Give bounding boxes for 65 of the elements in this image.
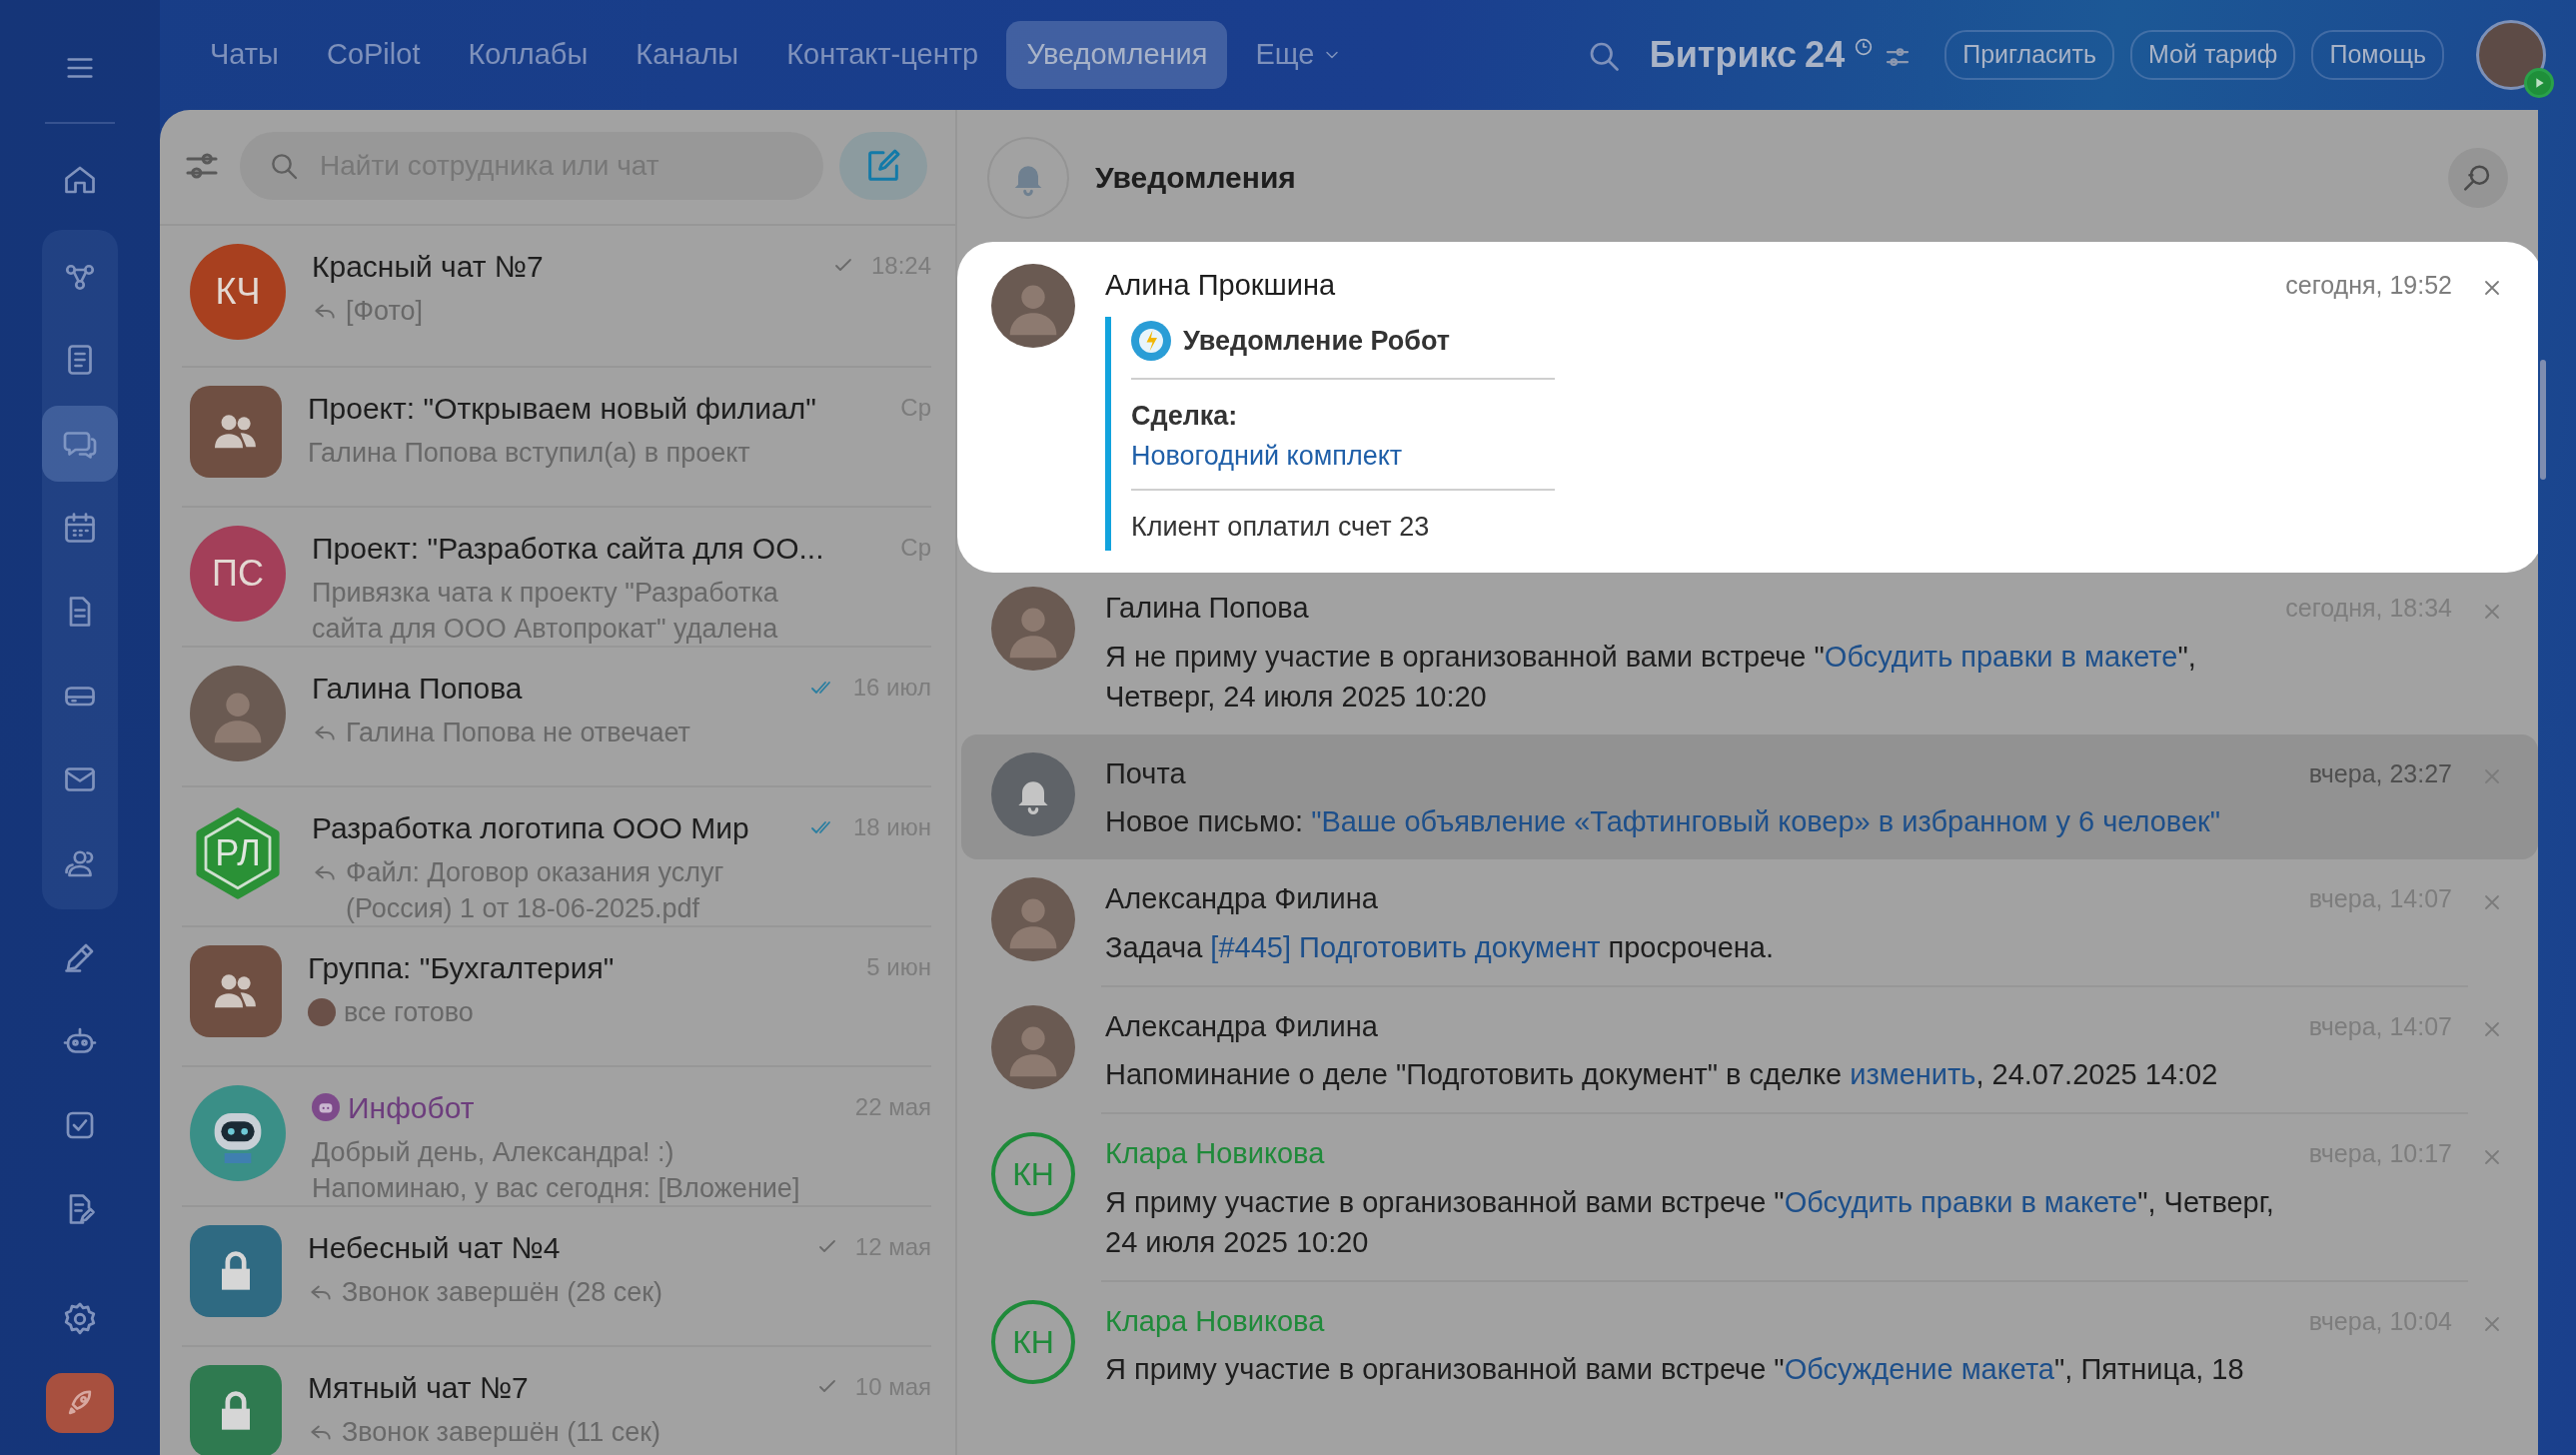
chat-title: Инфобот: [348, 1089, 475, 1126]
logo-text: Битрикс: [1649, 32, 1798, 77]
chat-preview: все готово: [344, 995, 474, 1029]
notification-text: Я приму участие в организованной вами встрече "Обсуждение макета", Пятница, 18: [1105, 1352, 2245, 1388]
link[interactable]: Обсуждение макета: [1784, 1353, 2054, 1386]
author-name: Почта: [1105, 755, 1186, 791]
author-name: Александра Филина: [1105, 1008, 1378, 1044]
nav-tab[interactable]: Контакт-центр: [766, 21, 999, 89]
rocket-button[interactable]: [46, 1373, 114, 1433]
link[interactable]: Обсудить правки в макете: [1824, 640, 2178, 673]
field-label: Сделка:: [1131, 399, 1239, 433]
chat-preview: Галина Попова не отвечает: [346, 716, 690, 749]
chat-preview: Галина Попова вступил(а) в проект: [308, 436, 750, 470]
author-name: Александра Филина: [1105, 881, 1378, 917]
author-name: Алина Прокшина: [1105, 267, 1336, 303]
notification-text: Задача [#445] Подготовить документ просрочена.: [1105, 929, 1776, 965]
chat-preview: [Фото]: [346, 294, 424, 328]
avatar: ПС: [190, 525, 286, 622]
header-button[interactable]: Помощь: [2311, 30, 2444, 80]
attachment-text: Клиент оплатил счет 23: [1131, 488, 1555, 548]
notification-time: сегодня, 19:52: [2285, 269, 2452, 301]
author-name: Клара Новикова: [1105, 1136, 1325, 1172]
chat-title: Галина Попова: [312, 670, 523, 707]
nav-tab[interactable]: Каналы: [616, 21, 759, 89]
notification-text: Я не приму участие в организованной вами встрече "Обсудить правки в макете", Четверг, 24 июля 2025 10:20: [1105, 639, 2197, 715]
calendar-icon: [62, 510, 98, 546]
link[interactable]: "Ваше объявление «Тафтинговый ковер» в избранном у 6 человек": [1311, 805, 2221, 838]
chat-preview: Файл: Договор оказания услуг (Россия) 1 от 18-06-2025.pdf: [346, 855, 724, 926]
chat-preview: Звонок завершён (11 сек): [342, 1415, 660, 1449]
author-name: Галина Попова: [1105, 591, 1309, 627]
link[interactable]: Обсудить правки в макете: [1784, 1185, 2138, 1218]
link[interactable]: [#445] Подготовить документ: [1210, 930, 1601, 963]
nav-tab[interactable]: CoPilot: [306, 21, 441, 89]
chat-title: Группа: "Бухгалтерия": [308, 949, 615, 986]
link[interactable]: изменить: [1850, 1058, 1976, 1091]
scrollbar[interactable]: [2540, 359, 2546, 480]
chat-preview: Привязка чата к проекту "Разработка сайта для ООО Автопрокат" удалена: [312, 576, 778, 647]
chat-preview: Добрый день, Александра! :) Напоминаю, у вас сегодня: [Вложение]: [312, 1135, 800, 1206]
logo-number: 24: [1805, 32, 1846, 77]
header-button[interactable]: Пригласить: [1944, 30, 2114, 80]
chat-title: Красный чат №7: [312, 248, 544, 285]
nav-tab[interactable]: Коллабы: [448, 21, 609, 89]
chat-title: Небесный чат №4: [308, 1229, 561, 1266]
notification-text: Я приму участие в организованной вами встрече "Обсудить правки в макете", Четверг, 24 июля 2025 10:20: [1105, 1184, 2275, 1260]
chat-preview: Звонок завершён (28 сек): [342, 1275, 662, 1309]
author-name: Клара Новикова: [1105, 1303, 1325, 1339]
header-button[interactable]: Мой тариф: [2130, 30, 2296, 80]
more-menu[interactable]: Еще: [1235, 21, 1363, 89]
avatar: КН: [991, 1299, 1075, 1384]
nav-tab[interactable]: Чаты: [190, 21, 299, 89]
notification-text: Новое письмо: "Ваше объявление «Тафтинговый ковер» в избранном у 6 человек": [1105, 804, 2222, 840]
notification-time: вчера, 23:27: [2308, 757, 2452, 789]
panel-title: Уведомления: [1095, 160, 1296, 197]
chat-title: Мятный чат №7: [308, 1369, 529, 1406]
avatar: КЧ: [190, 243, 286, 340]
chat-title: Проект: "Разработка сайта для ОО...: [312, 530, 824, 567]
avatar: КН: [991, 1132, 1075, 1217]
chat-title: Проект: "Открываем новый филиал": [308, 390, 816, 427]
notification-text: Напоминание о деле "Подготовить документ" в сделке изменить, 24.07.2025 14:02: [1105, 1057, 2219, 1093]
avatar-initials: РЛ: [215, 830, 261, 875]
deal-link[interactable]: Новогодний комплект: [1131, 436, 1403, 489]
nav-tab[interactable]: Уведомления: [1006, 21, 1228, 89]
sidebar-item[interactable]: [42, 406, 118, 482]
chat-title: Разработка логотипа ООО Мир: [312, 809, 749, 846]
attachment-title: Уведомление Робот: [1183, 325, 1451, 359]
